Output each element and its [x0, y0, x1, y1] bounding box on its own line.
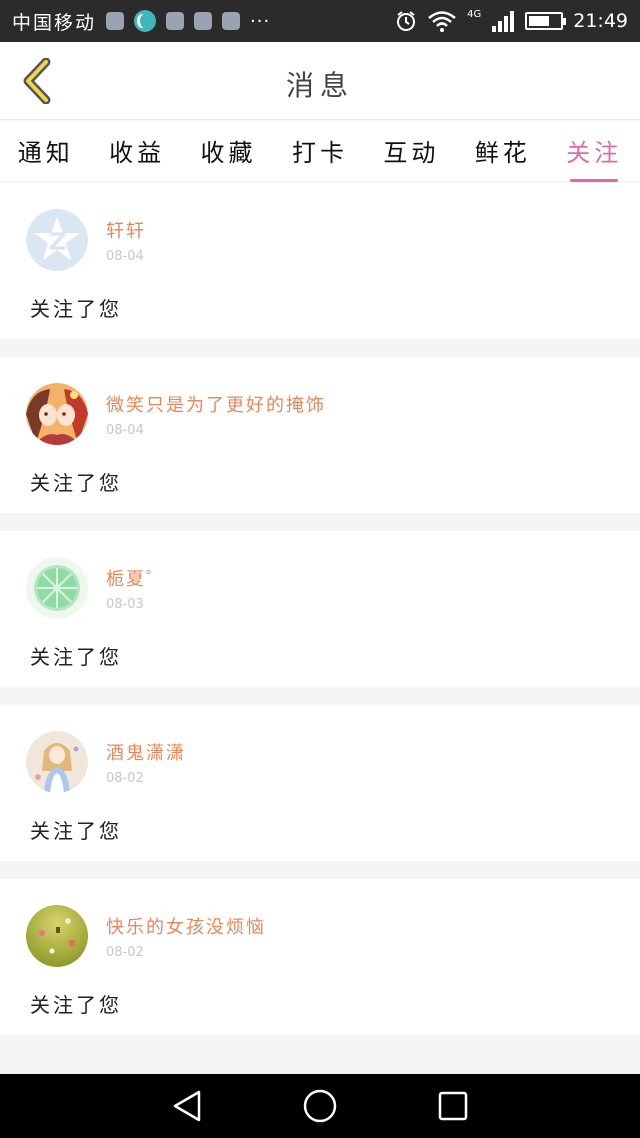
battery-fill: [529, 16, 550, 26]
nav-back-button[interactable]: [165, 1084, 209, 1128]
header: 消息: [0, 42, 640, 120]
clock: 21:49: [573, 10, 628, 32]
follow-list: 轩轩 08-04 关注了您 微笑只是为了更好的掩饰 08-04 关注了您 栀夏゜…: [0, 183, 640, 1053]
tab-bar: 通知 收益 收藏 打卡 互动 鲜花 关注: [0, 121, 640, 182]
triangle-back-icon: [173, 1090, 200, 1122]
follow-message: 关注了您: [30, 819, 122, 843]
list-item[interactable]: 微笑只是为了更好的掩饰 08-04 关注了您: [0, 357, 640, 513]
list-item[interactable]: 轩轩 08-04 关注了您: [0, 183, 640, 339]
tab-notifications[interactable]: 通知: [14, 133, 78, 168]
avatar[interactable]: [26, 209, 88, 271]
user-name[interactable]: 快乐的女孩没烦恼: [106, 913, 266, 939]
avatar[interactable]: [26, 905, 88, 967]
status-right: 4G 21:49: [395, 8, 628, 32]
green-field-avatar-icon: [26, 905, 88, 967]
list-item[interactable]: 快乐的女孩没烦恼 08-02 关注了您: [0, 879, 640, 1035]
status-left: 中国移动 ···: [12, 8, 270, 35]
anime-doll-avatar-icon: [26, 731, 88, 793]
nav-home-button[interactable]: [298, 1084, 342, 1128]
lime-slice-avatar-icon: [26, 557, 88, 619]
follow-date: 08-03: [106, 597, 144, 612]
network-type: 4G: [467, 8, 482, 20]
tab-flowers[interactable]: 鲜花: [471, 133, 535, 168]
tab-earnings[interactable]: 收益: [105, 133, 169, 168]
notification-app-icon: [194, 12, 213, 30]
tab-follows[interactable]: 关注: [562, 133, 626, 182]
follow-date: 08-02: [106, 945, 144, 960]
list-item[interactable]: 酒鬼潇潇 08-02 关注了您: [0, 705, 640, 861]
carrier-name: 中国移动: [12, 11, 97, 34]
follow-message: 关注了您: [30, 471, 122, 495]
user-name[interactable]: 栀夏゜: [106, 565, 166, 591]
follow-date: 08-02: [106, 771, 144, 786]
list-item[interactable]: 栀夏゜ 08-03 关注了您: [0, 531, 640, 687]
wifi-icon: [428, 11, 456, 32]
notification-app-icon: [106, 12, 125, 30]
avatar[interactable]: [26, 731, 88, 793]
user-name[interactable]: 酒鬼潇潇: [106, 739, 186, 765]
tab-favorites[interactable]: 收藏: [197, 133, 261, 168]
qzone-default-avatar-icon: [26, 209, 88, 271]
signal-icon: [492, 11, 515, 32]
status-bar: 中国移动 ··· 4G 21:49: [0, 0, 640, 42]
nav-recents-button[interactable]: [431, 1084, 475, 1128]
square-recents-icon: [439, 1091, 468, 1121]
moon-app-icon: [134, 10, 157, 32]
notification-app-icon: [222, 12, 241, 30]
battery-icon: [525, 12, 567, 30]
tab-check-in[interactable]: 打卡: [288, 133, 352, 168]
circle-home-icon: [303, 1089, 337, 1123]
alarm-icon: [397, 11, 416, 31]
avatar[interactable]: [26, 557, 88, 619]
tab-interactions[interactable]: 互动: [379, 133, 443, 168]
follow-message: 关注了您: [30, 993, 122, 1017]
follow-message: 关注了您: [30, 645, 122, 669]
user-name[interactable]: 微笑只是为了更好的掩饰: [106, 391, 326, 417]
notification-app-icon: [166, 12, 185, 30]
system-nav-bar: [0, 1074, 640, 1138]
more-notifications: ···: [250, 10, 271, 32]
follow-date: 08-04: [106, 423, 144, 438]
page-title: 消息: [285, 69, 354, 102]
anime-girls-avatar-icon: [26, 383, 88, 445]
user-name[interactable]: 轩轩: [106, 217, 146, 243]
follow-date: 08-04: [106, 249, 144, 264]
follow-message: 关注了您: [30, 297, 122, 321]
avatar[interactable]: [26, 383, 88, 445]
